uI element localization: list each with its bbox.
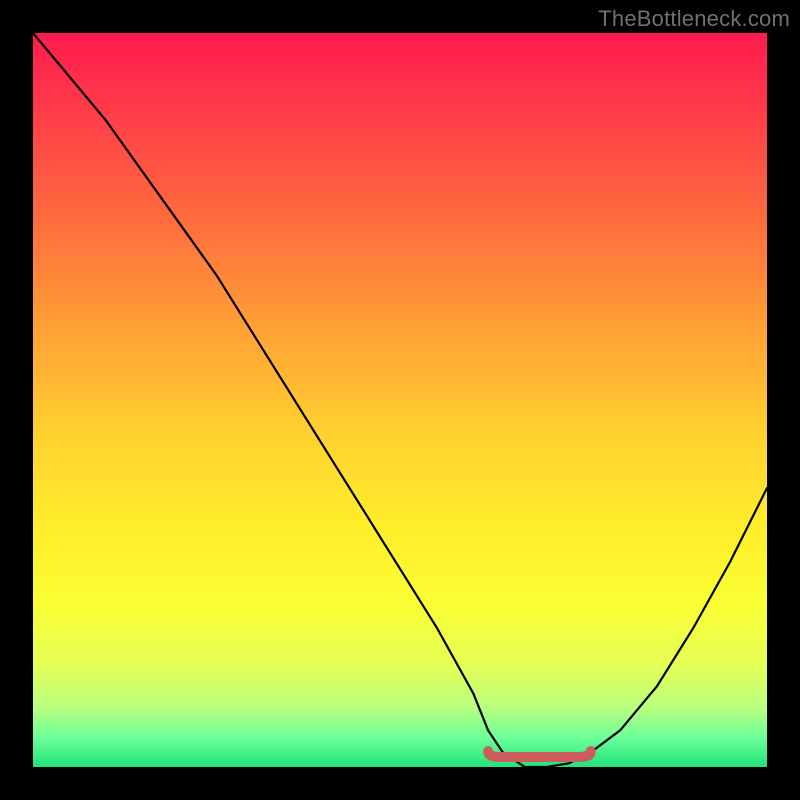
chart-plot-area [33,33,767,767]
chart-svg [33,33,767,767]
bottleneck-curve [33,33,767,767]
watermark-text: TheBottleneck.com [598,6,790,32]
chart-frame: TheBottleneck.com [0,0,800,800]
